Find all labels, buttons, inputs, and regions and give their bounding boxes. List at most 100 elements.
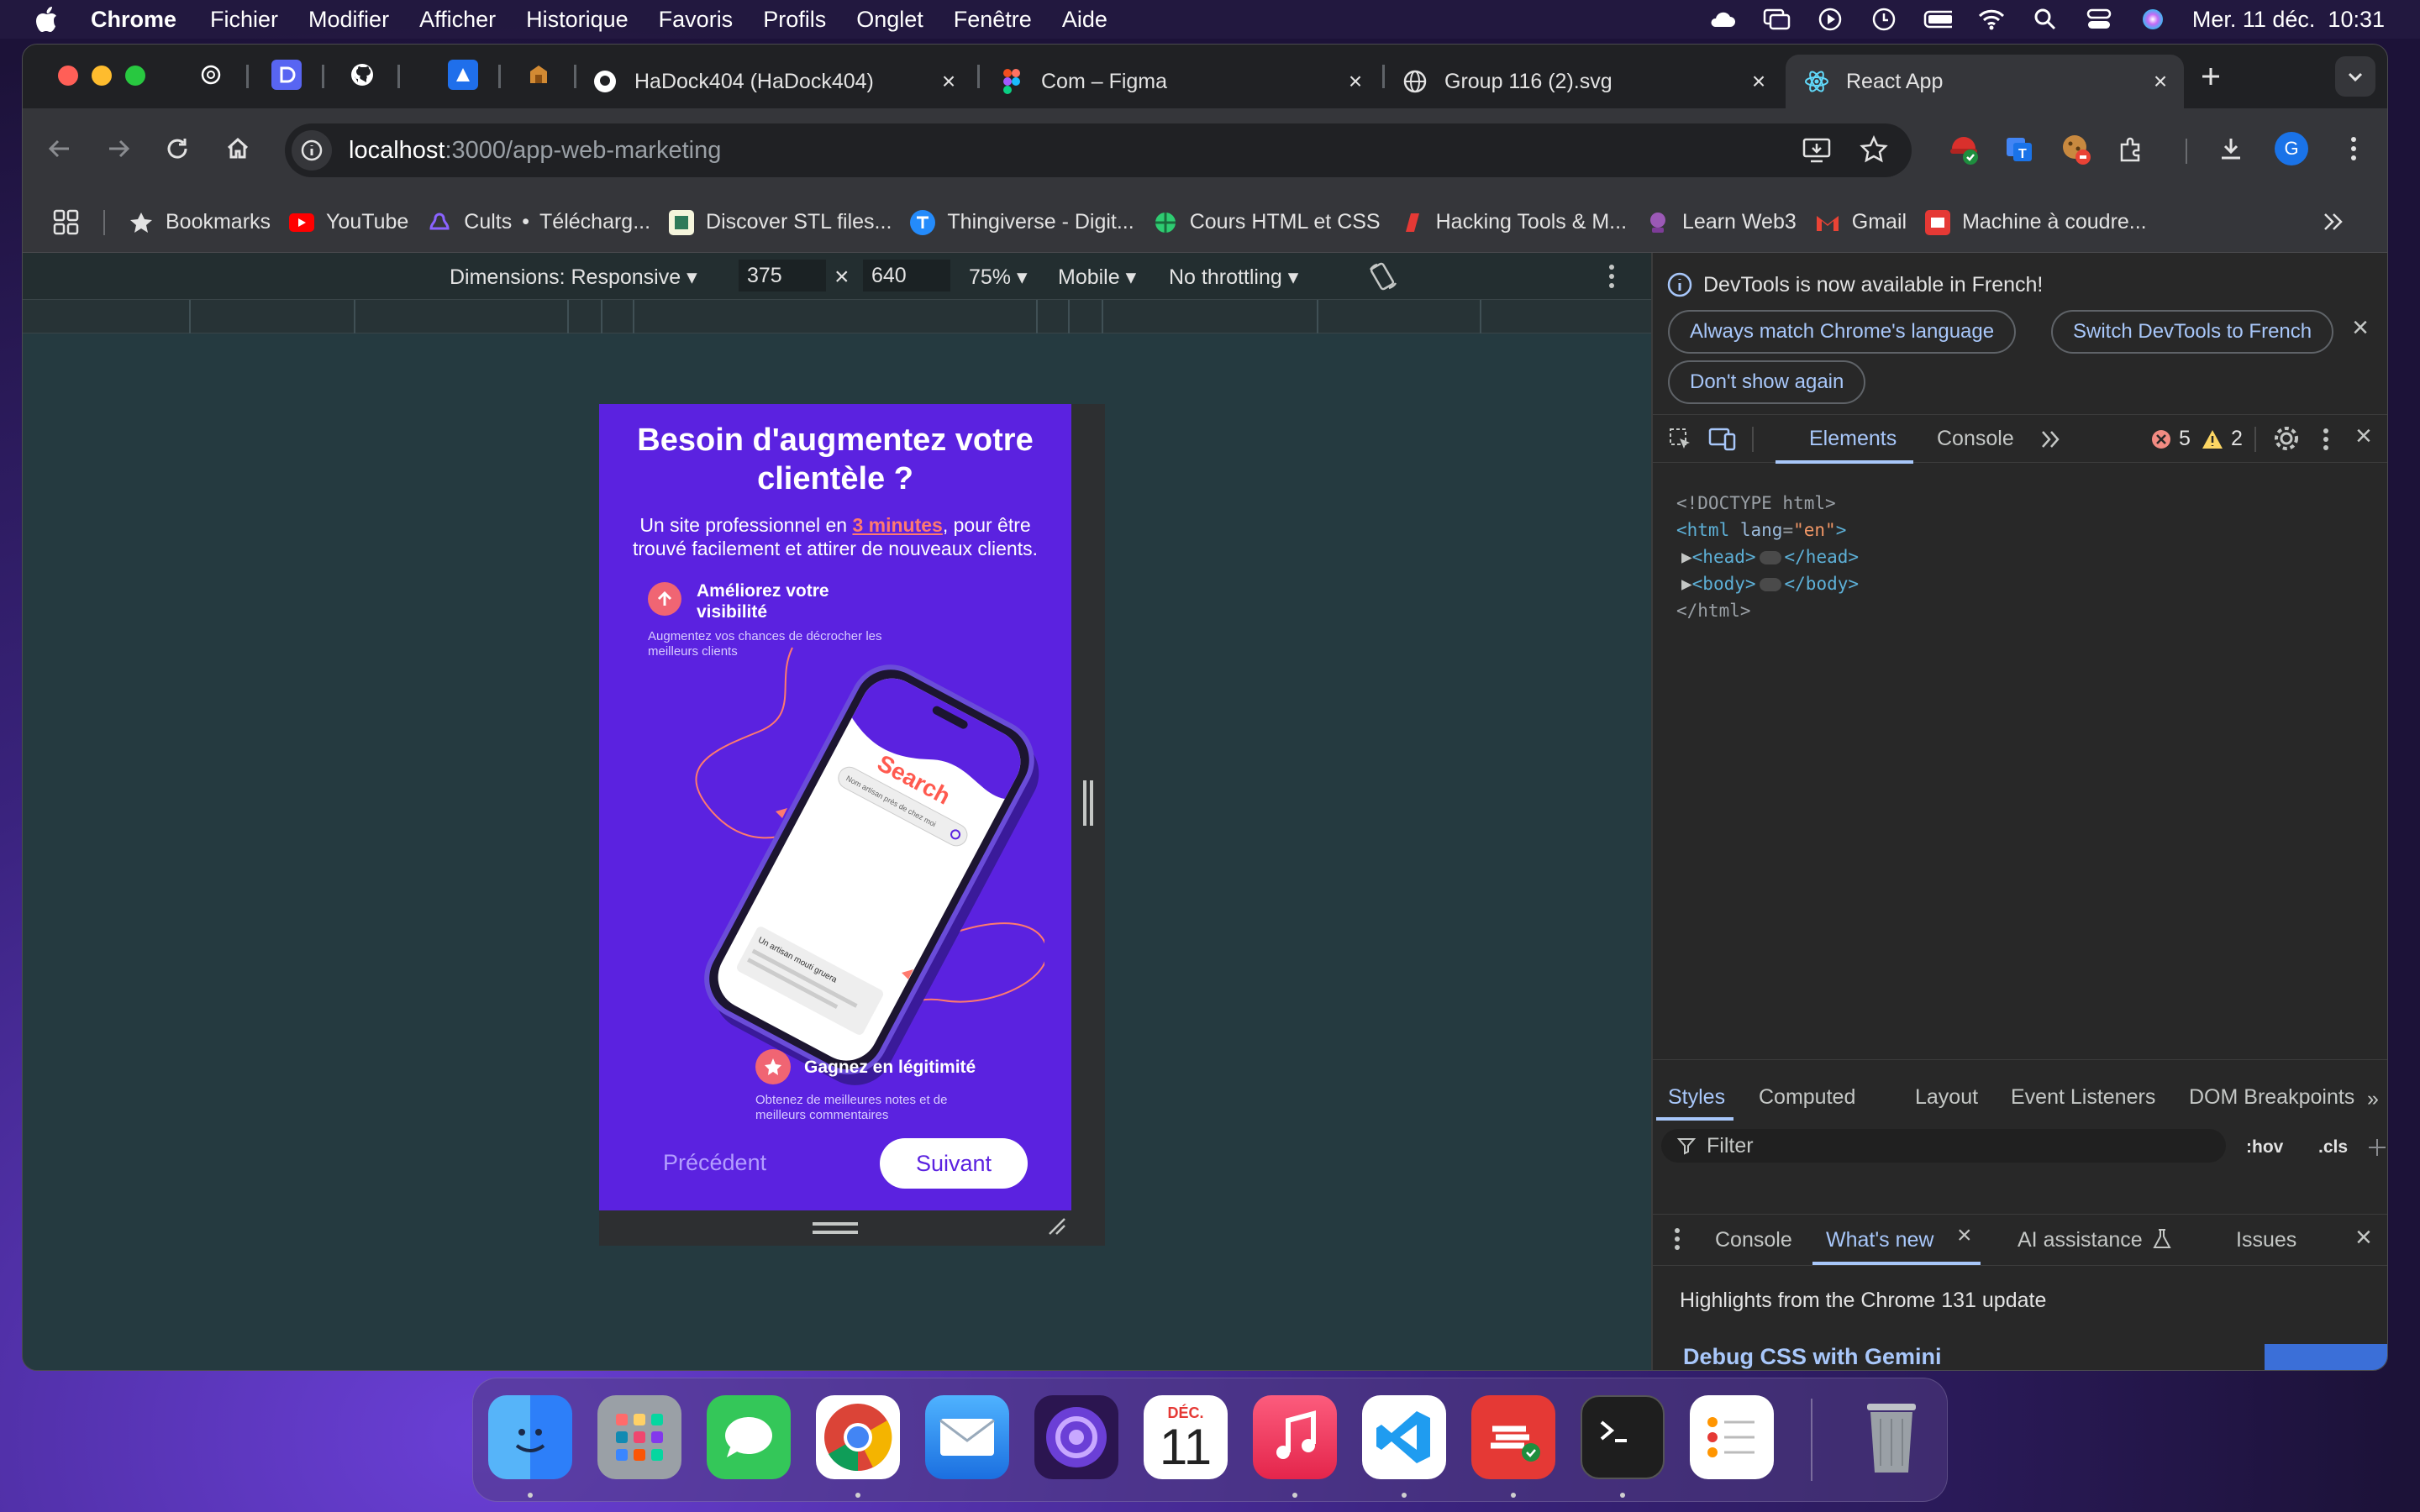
tab-styles[interactable]: Styles bbox=[1668, 1085, 1725, 1110]
close-devtools-icon[interactable]: × bbox=[2355, 420, 2372, 453]
siri-icon[interactable] bbox=[2139, 7, 2167, 32]
extension-1-button[interactable] bbox=[1944, 129, 1984, 169]
close-window-button[interactable] bbox=[58, 66, 78, 86]
menu-profils[interactable]: Profils bbox=[763, 7, 826, 33]
bookmark-discover-stl[interactable]: Discover STL files... bbox=[669, 209, 892, 235]
drawer-tab-ai-assistance[interactable]: AI assistance bbox=[2018, 1228, 2143, 1252]
bookmark-cours-html[interactable]: Cours HTML et CSS bbox=[1153, 210, 1381, 235]
html-open-line[interactable]: <html lang="en"> bbox=[1676, 520, 1846, 540]
close-tab-icon[interactable]: × bbox=[1344, 70, 1367, 93]
launchpad-icon[interactable] bbox=[597, 1395, 681, 1479]
install-app-icon[interactable] bbox=[1802, 137, 1831, 168]
bookmark-star-icon[interactable] bbox=[1860, 134, 1888, 168]
whats-new-debug-css[interactable]: Debug CSS with Gemini bbox=[1683, 1344, 1942, 1370]
ellipsis-icon[interactable] bbox=[1759, 551, 1781, 564]
more-tabs-icon[interactable] bbox=[2039, 428, 2063, 456]
bookmark-machine-coudre[interactable]: Machine à coudre... bbox=[1925, 209, 2147, 235]
menubar-datetime[interactable]: Mer. 11 déc. 10:31 bbox=[2192, 7, 2385, 33]
tab-dom-breakpoints[interactable]: DOM Breakpoints bbox=[2189, 1085, 2354, 1110]
bookmark-youtube[interactable]: YouTube bbox=[289, 210, 408, 234]
devtools-more-icon[interactable] bbox=[2322, 427, 2330, 458]
screen-mirror-icon[interactable] bbox=[1762, 7, 1791, 32]
menu-onglet[interactable]: Onglet bbox=[856, 7, 923, 33]
rotate-icon[interactable] bbox=[1367, 261, 1399, 299]
extension-2-button[interactable]: T bbox=[1999, 129, 2039, 169]
device-toggle-icon[interactable] bbox=[1708, 427, 1737, 458]
menu-favoris[interactable]: Favoris bbox=[659, 7, 734, 33]
address-bar[interactable]: localhost:3000/app-web-marketing bbox=[285, 123, 1912, 177]
calendar-icon[interactable]: DÉC. 11 bbox=[1144, 1395, 1228, 1479]
ellipsis-icon[interactable] bbox=[1759, 578, 1781, 591]
pinned-tab-github[interactable] bbox=[347, 60, 377, 90]
extension-3-button[interactable] bbox=[2056, 129, 2096, 169]
match-language-button[interactable]: Always match Chrome's language bbox=[1668, 310, 2017, 354]
menu-fichier[interactable]: Fichier bbox=[210, 7, 278, 33]
class-toggle[interactable]: .cls bbox=[2318, 1137, 2348, 1158]
highlight-link[interactable]: 3 minutes bbox=[852, 514, 942, 536]
add-rule-icon[interactable] bbox=[2367, 1137, 2387, 1163]
bookmark-bookmarks[interactable]: Bookmarks bbox=[129, 210, 271, 235]
more-bookmarks-icon[interactable] bbox=[2320, 209, 2345, 240]
finder-icon[interactable] bbox=[488, 1395, 572, 1479]
throttling-select[interactable]: No throttling ▾ bbox=[1169, 265, 1298, 290]
menu-afficher[interactable]: Afficher bbox=[419, 7, 496, 33]
dimensions-select[interactable]: Dimensions: Responsive ▾ bbox=[450, 265, 697, 290]
close-tab-icon[interactable]: × bbox=[937, 70, 960, 93]
messages-icon[interactable] bbox=[707, 1395, 791, 1479]
pinned-tab-app[interactable] bbox=[271, 60, 302, 90]
reminders-icon[interactable] bbox=[1690, 1395, 1774, 1479]
tab-elements[interactable]: Elements bbox=[1809, 427, 1897, 451]
close-tab-icon[interactable]: × bbox=[2149, 70, 2172, 93]
tab-figma[interactable]: Com – Figma × bbox=[981, 55, 1379, 108]
resize-corner-icon[interactable] bbox=[1046, 1215, 1068, 1237]
menu-modifier[interactable]: Modifier bbox=[308, 7, 389, 33]
tab-layout[interactable]: Layout bbox=[1915, 1085, 1978, 1110]
battery-icon[interactable] bbox=[1923, 7, 1952, 32]
pinned-tab-azure[interactable] bbox=[448, 60, 478, 90]
tab-react-app[interactable]: React App × bbox=[1786, 55, 2184, 108]
forward-button[interactable] bbox=[98, 129, 139, 169]
menu-aide[interactable]: Aide bbox=[1062, 7, 1107, 33]
bookmark-learn-web3[interactable]: Learn Web3 bbox=[1645, 210, 1797, 235]
tab-computed[interactable]: Computed bbox=[1759, 1085, 1855, 1110]
bookmark-hacking-tools[interactable]: Hacking Tools & M... bbox=[1399, 210, 1627, 235]
device-toolbar-more-icon[interactable] bbox=[1607, 263, 1616, 296]
zoom-window-button[interactable] bbox=[125, 66, 145, 86]
styles-filter-input[interactable]: Filter bbox=[1661, 1129, 2226, 1163]
reload-button[interactable] bbox=[157, 129, 197, 169]
mail-icon[interactable] bbox=[925, 1395, 1009, 1479]
tab-event-listeners[interactable]: Event Listeners bbox=[2011, 1085, 2155, 1110]
height-input[interactable]: 640 bbox=[863, 260, 950, 291]
cloud-status-icon[interactable] bbox=[1708, 7, 1737, 32]
width-input[interactable]: 375 bbox=[739, 260, 826, 291]
home-button[interactable] bbox=[218, 129, 258, 169]
apple-icon[interactable] bbox=[34, 6, 59, 33]
settings-gear-icon[interactable] bbox=[2273, 425, 2300, 458]
media-query-ruler[interactable] bbox=[23, 300, 1651, 333]
expressvpn-icon[interactable] bbox=[1471, 1395, 1555, 1479]
more-style-tabs-icon[interactable]: » bbox=[2367, 1087, 2379, 1111]
dont-show-again-button[interactable]: Don't show again bbox=[1668, 360, 1866, 404]
close-tab-icon[interactable]: × bbox=[1747, 70, 1770, 93]
drawer-tab-console[interactable]: Console bbox=[1715, 1228, 1792, 1252]
warning-count[interactable]: 2 bbox=[2201, 427, 2243, 451]
menu-historique[interactable]: Historique bbox=[526, 7, 629, 33]
bookmark-cults[interactable]: Cults • Télécharg... bbox=[427, 210, 650, 235]
close-drawer-icon[interactable]: × bbox=[2355, 1221, 2372, 1254]
next-button[interactable]: Suivant bbox=[880, 1138, 1028, 1189]
body-node[interactable]: ▶<body> </body> bbox=[1681, 574, 1859, 594]
site-info-icon[interactable] bbox=[292, 130, 332, 171]
play-icon[interactable] bbox=[1816, 7, 1844, 32]
zoom-select[interactable]: 75% ▾ bbox=[969, 265, 1028, 290]
chrome-menu-button[interactable] bbox=[2333, 129, 2374, 169]
chrome-icon[interactable] bbox=[816, 1395, 900, 1479]
tab-github-hadock[interactable]: HaDock404 (HaDock404) × bbox=[574, 55, 972, 108]
bookmark-gmail[interactable]: Gmail bbox=[1815, 210, 1907, 235]
apps-grid-icon[interactable] bbox=[53, 209, 80, 236]
close-banner-icon[interactable]: × bbox=[2352, 312, 2369, 344]
hover-state-toggle[interactable]: :hov bbox=[2246, 1137, 2283, 1158]
drawer-menu-icon[interactable] bbox=[1673, 1226, 1681, 1257]
inspect-element-icon[interactable] bbox=[1668, 427, 1693, 458]
vscode-icon[interactable] bbox=[1362, 1395, 1446, 1479]
resize-handle-right[interactable] bbox=[1071, 404, 1105, 1246]
